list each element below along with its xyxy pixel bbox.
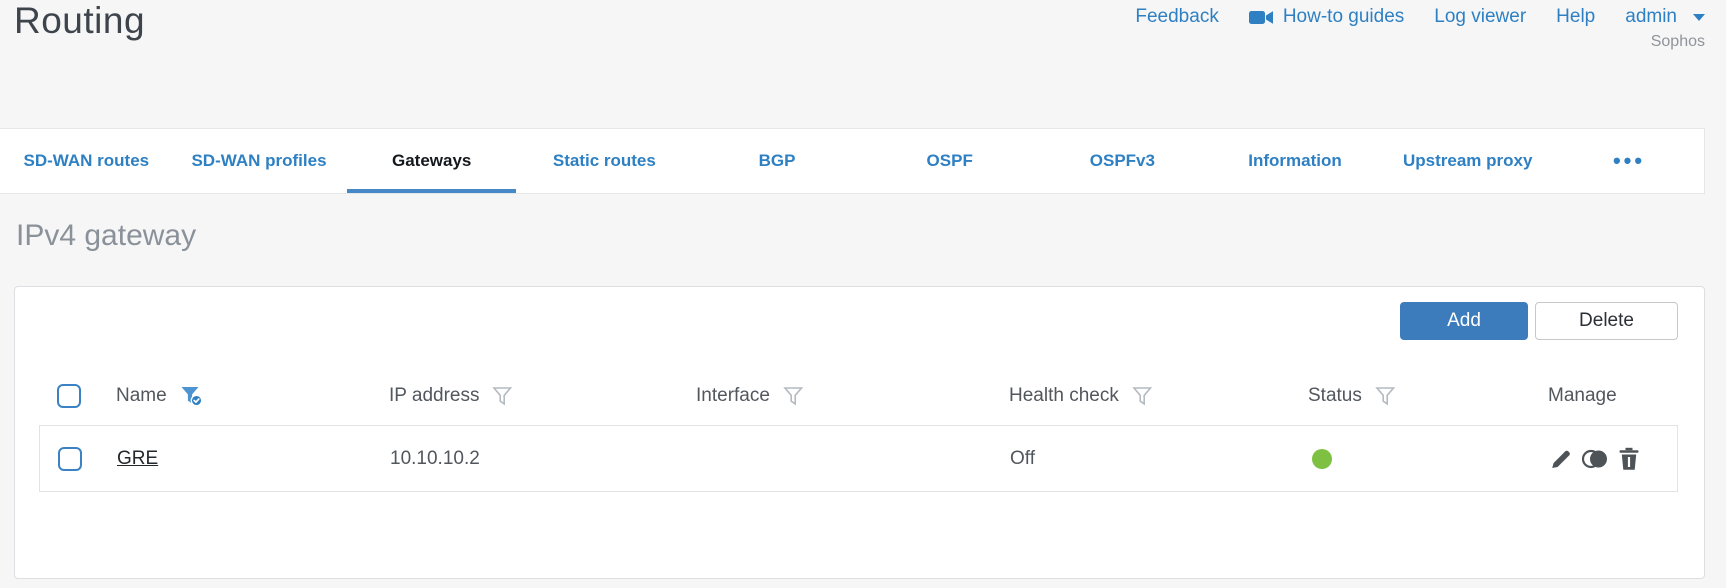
user-menu[interactable]: admin <box>1625 6 1705 28</box>
clone-icon[interactable] <box>1581 447 1610 471</box>
delete-button[interactable]: Delete <box>1535 302 1678 340</box>
more-tabs-button[interactable]: ••• <box>1554 129 1704 193</box>
help-label: Help <box>1556 6 1596 27</box>
section-title: IPv4 gateway <box>16 219 197 252</box>
tab-ospfv3[interactable]: OSPFv3 <box>1036 129 1209 193</box>
account-name: Sophos <box>1650 33 1705 50</box>
filter-icon[interactable] <box>783 385 804 407</box>
column-interface-label: Interface <box>696 385 770 406</box>
filter-icon[interactable] <box>1375 385 1396 407</box>
gateway-ip-address: 10.10.10.2 <box>390 447 480 469</box>
feedback-label: Feedback <box>1135 6 1219 27</box>
gateway-panel: Add Delete Name IP address Interface Hea… <box>14 286 1705 579</box>
gateway-health-check: Off <box>1010 447 1035 469</box>
toolbar: Add Delete <box>15 302 1678 340</box>
tab-upstream-proxy[interactable]: Upstream proxy <box>1381 129 1554 193</box>
howto-guides-link[interactable]: How-to guides <box>1248 6 1405 28</box>
video-camera-icon <box>1248 9 1274 26</box>
column-health-check-label: Health check <box>1009 385 1119 406</box>
column-ip-address-label: IP address <box>389 385 480 406</box>
delete-trash-icon[interactable] <box>1618 447 1640 471</box>
user-menu-label: admin <box>1625 6 1677 27</box>
gateway-name-link[interactable]: GRE <box>117 448 158 469</box>
howto-guides-label: How-to guides <box>1282 6 1405 27</box>
tab-sd-wan-routes[interactable]: SD-WAN routes <box>0 129 173 193</box>
filter-active-icon[interactable] <box>180 385 204 407</box>
log-viewer-link[interactable]: Log viewer <box>1434 6 1526 28</box>
edit-pencil-icon[interactable] <box>1549 447 1573 471</box>
manage-actions <box>1549 447 1677 471</box>
select-all-checkbox[interactable] <box>57 384 81 408</box>
column-manage-label: Manage <box>1548 385 1617 406</box>
tab-bar: SD-WAN routes SD-WAN profiles Gateways S… <box>0 128 1705 194</box>
top-nav: Feedback How-to guides Log viewer Help a… <box>1135 6 1705 28</box>
help-link[interactable]: Help <box>1556 6 1595 28</box>
tab-gateways[interactable]: Gateways <box>345 129 518 193</box>
row-checkbox[interactable] <box>58 446 82 471</box>
tab-bgp[interactable]: BGP <box>691 129 864 193</box>
table-row: GRE 10.10.10.2 Off <box>39 425 1678 492</box>
tab-information[interactable]: Information <box>1209 129 1382 193</box>
tab-ospf[interactable]: OSPF <box>863 129 1036 193</box>
status-indicator <box>1312 448 1332 469</box>
chevron-down-icon <box>1693 13 1705 21</box>
table-header: Name IP address Interface Health check S… <box>39 376 1678 416</box>
add-button[interactable]: Add <box>1400 302 1528 340</box>
column-status-label: Status <box>1308 385 1362 406</box>
filter-icon[interactable] <box>492 385 513 407</box>
page-header: Routing Feedback How-to guides Log viewe… <box>0 0 1726 128</box>
content-area: IPv4 gateway Add Delete Name IP address … <box>14 219 1705 579</box>
tab-sd-wan-profiles[interactable]: SD-WAN profiles <box>173 129 346 193</box>
tab-static-routes[interactable]: Static routes <box>518 129 691 193</box>
feedback-link[interactable]: Feedback <box>1135 6 1218 28</box>
filter-icon[interactable] <box>1132 385 1153 407</box>
log-viewer-label: Log viewer <box>1434 6 1527 27</box>
column-name-label: Name <box>116 385 167 406</box>
page-title: Routing <box>14 0 146 41</box>
